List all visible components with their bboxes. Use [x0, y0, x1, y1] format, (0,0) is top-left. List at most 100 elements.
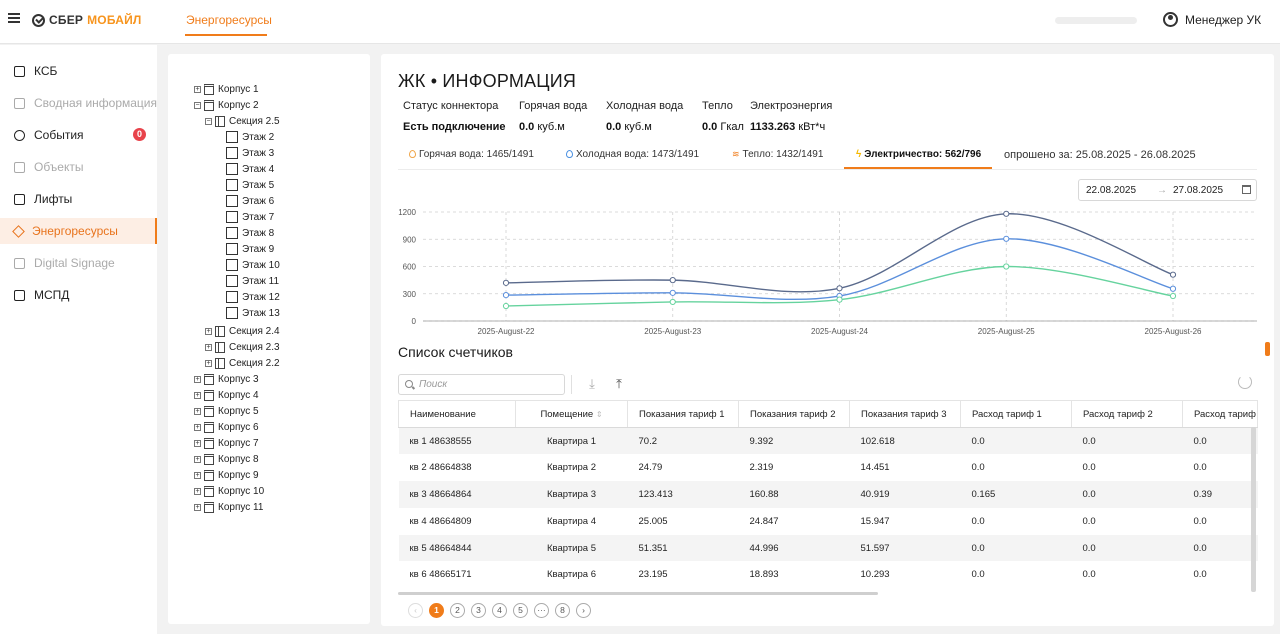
- horizontal-scrollbar[interactable]: [398, 592, 878, 595]
- table-row[interactable]: кв 1 48638555 Квартира 1 70.2 9.392 102.618 0…: [398, 427, 1258, 455]
- column-header[interactable]: Наименование: [398, 400, 516, 428]
- table-row[interactable]: кв 2 48664838 Квартира 2 24.79 2.319 14.451 0…: [399, 454, 1258, 481]
- page-button[interactable]: 5: [513, 603, 528, 618]
- tree-node-floor[interactable]: Этаж 10: [226, 258, 280, 272]
- table-row[interactable]: кв 4 48664809 Квартира 4 25.005 24.847 15.94…: [399, 508, 1258, 535]
- column-header[interactable]: Расход тариф 3: [1182, 400, 1258, 428]
- expand-icon[interactable]: +: [194, 391, 201, 399]
- column-header[interactable]: Расход тариф 1: [960, 400, 1072, 428]
- expand-icon[interactable]: +: [194, 439, 201, 447]
- sidebar-item-ksb[interactable]: КСБ: [0, 58, 157, 84]
- tree-node-korpus[interactable]: + Корпус 4: [194, 388, 259, 402]
- sidebar-item-label: МСПД: [34, 288, 70, 302]
- page-button[interactable]: 4: [492, 603, 507, 618]
- expand-icon[interactable]: +: [194, 375, 201, 383]
- tab-heat[interactable]: ≋ Тепло: 1432/1491: [732, 149, 823, 160]
- collapse-icon[interactable]: −: [194, 101, 201, 109]
- page-button[interactable]: 8: [555, 603, 570, 618]
- table-cell: 0.0: [971, 569, 985, 581]
- tree-node-floor[interactable]: Этаж 4: [226, 162, 274, 176]
- tree-node-korpus[interactable]: + Корпус 8: [194, 452, 259, 466]
- date-to[interactable]: 27.08.2025: [1173, 185, 1223, 196]
- tree-node-korpus[interactable]: + Корпус 1: [194, 82, 259, 96]
- user-menu[interactable]: Менеджер УК: [1163, 12, 1261, 27]
- tree-node-floor[interactable]: Этаж 12: [226, 290, 280, 304]
- refresh-icon[interactable]: [1238, 375, 1252, 389]
- page-scroll-handle[interactable]: [1265, 342, 1270, 356]
- tree-node-korpus[interactable]: + Корпус 11: [194, 500, 263, 514]
- alert-icon: [14, 129, 25, 141]
- expand-icon[interactable]: +: [194, 423, 201, 431]
- page-button[interactable]: 2: [450, 603, 465, 618]
- pages-ellipsis[interactable]: ···: [534, 603, 549, 618]
- tree-node-floor[interactable]: Этаж 2: [226, 130, 274, 144]
- expand-icon[interactable]: +: [194, 503, 201, 511]
- tree-node-floor[interactable]: Этаж 9: [226, 242, 274, 256]
- tree-node-floor[interactable]: Этаж 5: [226, 178, 274, 192]
- expand-icon[interactable]: +: [205, 359, 212, 367]
- vertical-scrollbar[interactable]: [1251, 427, 1256, 592]
- search-input[interactable]: Поиск: [398, 374, 565, 395]
- expand-icon[interactable]: +: [194, 471, 201, 479]
- column-header[interactable]: Расход тариф 2: [1071, 400, 1183, 428]
- floor-plan-icon: [226, 163, 238, 175]
- tree-node-korpus[interactable]: + Корпус 7: [194, 436, 259, 450]
- sort-icon[interactable]: ⇕: [596, 410, 603, 419]
- tree-node-floor[interactable]: Этаж 7: [226, 210, 274, 224]
- table-cell: 40.919: [849, 481, 961, 508]
- sidebar-item-mspd[interactable]: МСПД: [0, 282, 157, 308]
- tree-node-korpus[interactable]: + Корпус 5: [194, 404, 259, 418]
- date-from[interactable]: 22.08.2025: [1086, 185, 1136, 196]
- expand-icon[interactable]: +: [194, 455, 201, 463]
- tree-node-floor[interactable]: Этаж 6: [226, 194, 274, 208]
- sidebar-item-events[interactable]: События 0: [0, 122, 157, 148]
- tab-electricity[interactable]: ϟ Электричество: 562/796: [856, 149, 981, 160]
- tab-hot-water[interactable]: Горячая вода: 1465/1491: [409, 149, 534, 160]
- column-header[interactable]: Показания тариф 1: [627, 400, 739, 428]
- table-row[interactable]: кв 6 48665171 Квартира 6 23.195 18.893 10.29…: [399, 561, 1258, 588]
- prev-page-button[interactable]: ‹: [408, 603, 423, 618]
- table-row[interactable]: кв 5 48664844 Квартира 5 51.351 44.996 51.59…: [398, 534, 1258, 562]
- tree-node-floor[interactable]: Этаж 8: [226, 226, 274, 240]
- tree-node-section[interactable]: + Секция 2.3: [205, 340, 280, 354]
- page-button[interactable]: 1: [429, 603, 444, 618]
- sidebar-item-elevators[interactable]: Лифты: [0, 186, 157, 212]
- tree-node-korpus[interactable]: + Корпус 6: [194, 420, 259, 434]
- tab-cold-water[interactable]: Холодная вода: 1473/1491: [566, 149, 699, 160]
- calendar-icon[interactable]: [1242, 185, 1251, 194]
- tree-node-korpus[interactable]: + Корпус 10: [194, 484, 264, 498]
- expand-icon[interactable]: +: [194, 407, 201, 415]
- menu-icon[interactable]: [8, 13, 20, 23]
- tree-node-section[interactable]: + Секция 2.4: [205, 324, 280, 338]
- tree-node-korpus[interactable]: − Корпус 2: [194, 98, 259, 112]
- sber-logo-icon: [32, 13, 45, 27]
- table-row[interactable]: кв 3 48664864 Квартира 3 123.413 160.88 40.9…: [398, 481, 1258, 508]
- download-icon[interactable]: ⤓: [585, 376, 599, 392]
- column-header[interactable]: Показания тариф 2: [738, 400, 850, 428]
- expand-icon[interactable]: +: [205, 327, 212, 335]
- tree-node-floor[interactable]: Этаж 13: [226, 306, 280, 320]
- upload-icon[interactable]: ⤒: [612, 376, 626, 392]
- table-cell: 44.996: [738, 534, 850, 562]
- date-range-picker[interactable]: 22.08.2025 → 27.08.2025: [1078, 179, 1257, 201]
- sidebar-item-energy[interactable]: Энергоресурсы: [0, 218, 157, 244]
- table-cell: 0.39: [1182, 481, 1258, 508]
- next-page-button[interactable]: ›: [576, 603, 591, 618]
- consumption-chart: 1200 900 600 300 0 2025-August-22 2025-August-…: [398, 208, 1257, 336]
- info-header: Статус коннектора: [403, 100, 499, 112]
- column-header[interactable]: Показания тариф 3: [849, 400, 961, 428]
- tree-node-korpus[interactable]: + Корпус 3: [194, 372, 259, 386]
- expand-icon[interactable]: +: [194, 487, 201, 495]
- page-button[interactable]: 3: [471, 603, 486, 618]
- tree-node-section[interactable]: + Секция 2.2: [205, 356, 280, 370]
- info-header: Горячая вода: [519, 100, 588, 112]
- tree-node-floor[interactable]: Этаж 11: [226, 274, 279, 288]
- tab-energy[interactable]: Энергоресурсы: [186, 13, 272, 27]
- expand-icon[interactable]: +: [205, 343, 212, 351]
- tree-node-floor[interactable]: Этаж 3: [226, 146, 274, 160]
- collapse-icon[interactable]: −: [205, 117, 212, 125]
- expand-icon[interactable]: +: [194, 85, 201, 93]
- tree-node-section[interactable]: − Секция 2.5: [205, 114, 280, 128]
- column-header-sortable[interactable]: Помещение ⇕: [515, 400, 628, 428]
- tree-node-korpus[interactable]: + Корпус 9: [194, 468, 259, 482]
